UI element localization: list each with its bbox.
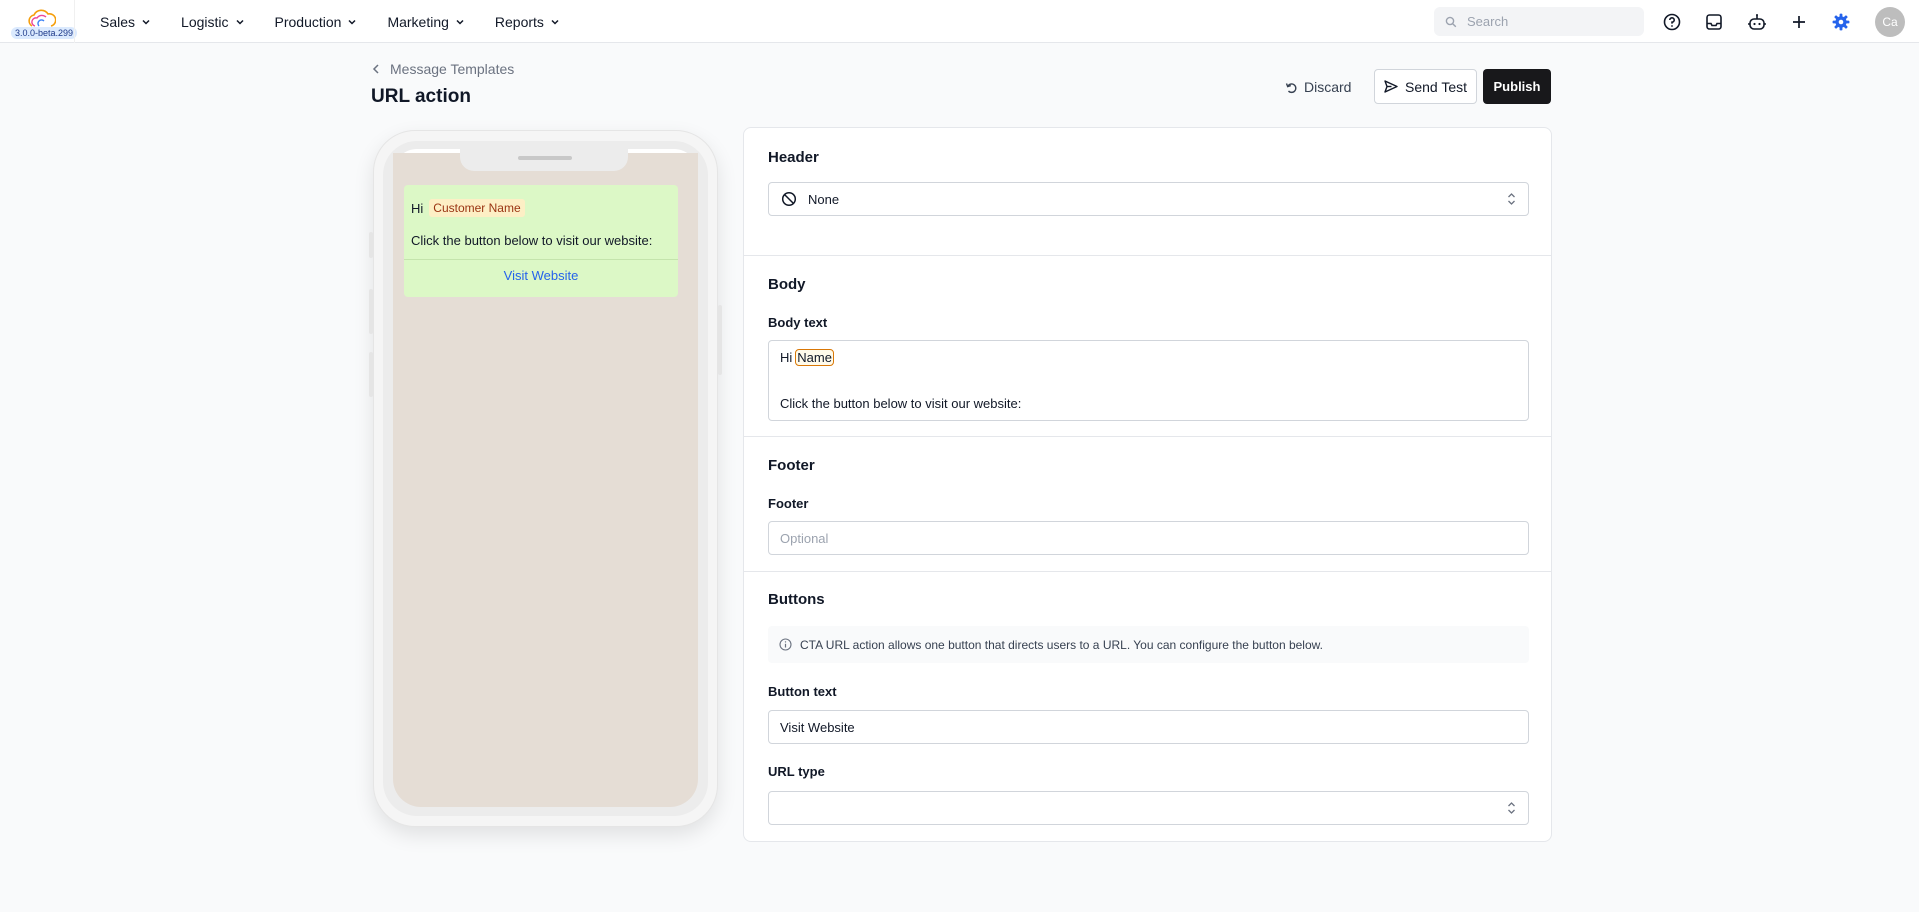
nav-item-label: Reports <box>494 13 544 30</box>
cta-info-banner: CTA URL action allows one button that di… <box>768 626 1529 663</box>
logo-divider <box>74 0 75 43</box>
chevron-up-down-icon <box>1508 802 1515 814</box>
help-button[interactable] <box>1661 11 1682 32</box>
nav-item-reports[interactable]: Reports <box>495 14 560 30</box>
robot-icon <box>1747 13 1766 30</box>
discard-button[interactable]: Discard <box>1285 70 1351 104</box>
breadcrumb[interactable]: Message Templates <box>372 61 514 77</box>
bubble-greeting-line: Hi Customer Name <box>411 199 525 217</box>
app-logo[interactable]: 3.0.0-beta.299 <box>8 6 78 40</box>
phone-side-button <box>369 289 373 334</box>
user-avatar[interactable]: Ca <box>1875 7 1905 37</box>
section-title-header: Header <box>768 149 819 166</box>
breadcrumb-link[interactable]: Message Templates <box>390 61 514 77</box>
info-icon <box>779 638 792 651</box>
chevron-down-icon <box>348 19 356 25</box>
chevron-left-icon <box>372 64 379 74</box>
phone-side-button <box>718 305 722 375</box>
send-test-label: Send Test <box>1404 78 1467 95</box>
footer-field[interactable] <box>768 521 1529 555</box>
nav-item-production[interactable]: Production <box>275 14 358 30</box>
inbox-button[interactable] <box>1703 11 1724 32</box>
chevron-up-down-icon <box>1508 193 1515 205</box>
plus-icon <box>1792 15 1805 28</box>
nav-item-sales[interactable]: Sales <box>100 14 151 30</box>
section-title-body: Body <box>768 276 806 293</box>
bubble-divider <box>404 259 678 260</box>
body-variable-chip[interactable]: Name <box>795 349 834 366</box>
nav-item-label: Production <box>274 13 342 30</box>
bot-button[interactable] <box>1746 11 1767 32</box>
header-select-value: None <box>808 191 840 207</box>
body-greeting-line: Hi Name <box>780 349 834 366</box>
bubble-greeting: Hi <box>411 200 424 216</box>
cta-info-text: CTA URL action allows one button that di… <box>800 637 1323 652</box>
url-type-select[interactable] <box>768 791 1529 825</box>
search-input[interactable] <box>1467 14 1627 29</box>
phone-notch <box>460 149 628 171</box>
send-test-button[interactable]: Send Test <box>1374 69 1477 104</box>
button-text-input[interactable] <box>780 719 1528 735</box>
chevron-down-icon <box>142 19 150 25</box>
template-form: Header None Body Body text Hi Name Click… <box>743 127 1552 842</box>
section-title-buttons: Buttons <box>768 591 825 608</box>
url-type-label: URL type <box>768 764 825 779</box>
chevron-down-icon <box>551 19 559 25</box>
button-text-label: Button text <box>768 684 837 699</box>
nav-item-label: Sales <box>100 13 136 30</box>
top-navigation-bar: 3.0.0-beta.299 Sales Logistic Production… <box>0 0 1919 43</box>
global-search[interactable] <box>1434 7 1644 36</box>
section-title-footer: Footer <box>768 457 815 474</box>
ban-icon <box>781 191 797 207</box>
version-badge: 3.0.0-beta.299 <box>11 27 78 39</box>
inbox-icon <box>1705 13 1722 30</box>
chevron-down-icon <box>235 19 244 25</box>
publish-button[interactable]: Publish <box>1483 69 1551 104</box>
button-text-field[interactable] <box>768 710 1529 744</box>
message-bubble: Hi Customer Name Click the button below … <box>404 185 678 297</box>
bubble-cta-button[interactable]: Visit Website <box>404 268 678 283</box>
nav-item-logistic[interactable]: Logistic <box>181 14 244 30</box>
settings-button[interactable] <box>1830 11 1851 32</box>
phone-side-button <box>369 232 373 258</box>
body-text-line: Click the button below to visit our webs… <box>780 396 1022 411</box>
body-text-editor[interactable]: Hi Name Click the button below to visit … <box>768 340 1529 421</box>
header-type-select[interactable]: None <box>768 182 1529 216</box>
body-greeting: Hi <box>780 350 793 365</box>
nav-item-marketing[interactable]: Marketing <box>387 14 464 30</box>
create-button[interactable] <box>1788 11 1809 32</box>
section-divider <box>744 255 1551 256</box>
main-nav: Sales Logistic Production Marketing Repo… <box>100 0 590 43</box>
chevron-down-icon <box>456 19 464 25</box>
bubble-body-text: Click the button below to visit our webs… <box>411 233 653 248</box>
phone-side-button <box>369 352 373 397</box>
nav-item-label: Logistic <box>181 13 229 30</box>
page-title: URL action <box>371 86 471 107</box>
help-circle-icon <box>1663 13 1680 30</box>
discard-label: Discard <box>1304 79 1352 95</box>
body-text-label: Body text <box>768 315 828 330</box>
footer-label: Footer <box>768 496 809 511</box>
section-divider <box>744 571 1551 572</box>
nav-item-label: Marketing <box>387 13 449 30</box>
undo-icon <box>1285 82 1297 93</box>
gear-icon <box>1832 13 1849 30</box>
section-divider <box>744 436 1551 437</box>
send-icon <box>1384 80 1398 93</box>
phone-speaker <box>518 156 572 160</box>
variable-chip: Customer Name <box>429 199 525 217</box>
footer-input[interactable] <box>780 530 1528 546</box>
search-icon <box>1445 16 1457 27</box>
